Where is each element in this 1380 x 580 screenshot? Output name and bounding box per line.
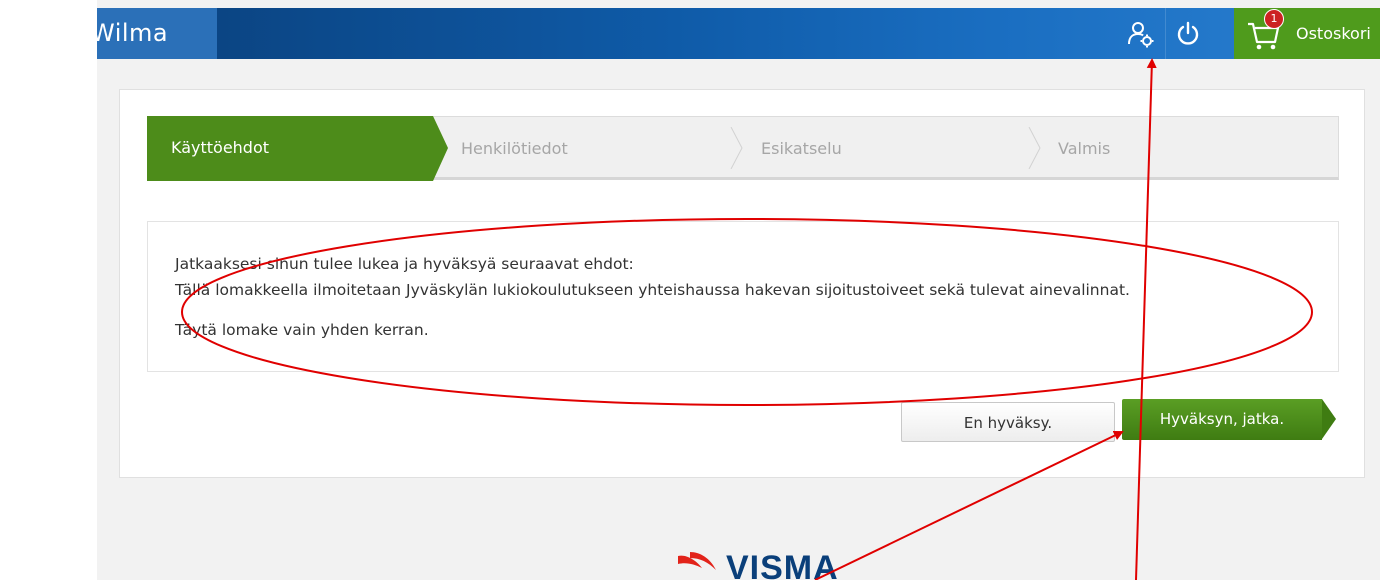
visma-swoosh-icon — [678, 552, 716, 570]
top-navigation-bar: Wilma 1 Ostoskori — [97, 8, 1380, 59]
terms-intro: Jatkaaksesi sinun tulee lukea ja hyväksy… — [175, 255, 634, 273]
user-settings-icon — [1128, 21, 1154, 47]
step-label: Henkilötiedot — [461, 139, 568, 158]
decline-button[interactable]: En hyväksy. — [901, 402, 1115, 442]
visma-wordmark: VISMA — [726, 549, 839, 580]
terms-line-2: Täytä lomake vain yhden kerran. — [175, 321, 429, 339]
step-progress-bar: Käyttöehdot Henkilötiedot Esikatselu Val… — [147, 116, 1339, 181]
shopping-cart-button[interactable]: 1 Ostoskori — [1234, 8, 1380, 59]
app-title[interactable]: Wilma — [97, 8, 217, 59]
step-separator-chevron — [1028, 127, 1041, 169]
power-icon — [1177, 21, 1199, 45]
logout-button[interactable] — [1165, 8, 1210, 59]
user-settings-button[interactable] — [1119, 8, 1163, 59]
step-label: Valmis — [1058, 139, 1111, 158]
step-terms[interactable]: Käyttöehdot — [147, 116, 448, 181]
visma-logo: VISMA — [676, 548, 856, 580]
terms-box: Jatkaaksesi sinun tulee lukea ja hyväksy… — [147, 221, 1339, 372]
cart-label: Ostoskori — [1296, 24, 1371, 43]
step-label: Käyttöehdot — [171, 138, 270, 157]
step-label: Esikatselu — [761, 139, 842, 158]
accept-continue-button[interactable]: Hyväksyn, jatka. — [1122, 399, 1336, 440]
left-gutter — [0, 0, 97, 580]
cart-count-badge: 1 — [1264, 9, 1284, 29]
step-separator-chevron — [730, 127, 743, 169]
terms-line-1: Tällä lomakkeella ilmoitetaan Jyväskylän… — [175, 281, 1130, 299]
